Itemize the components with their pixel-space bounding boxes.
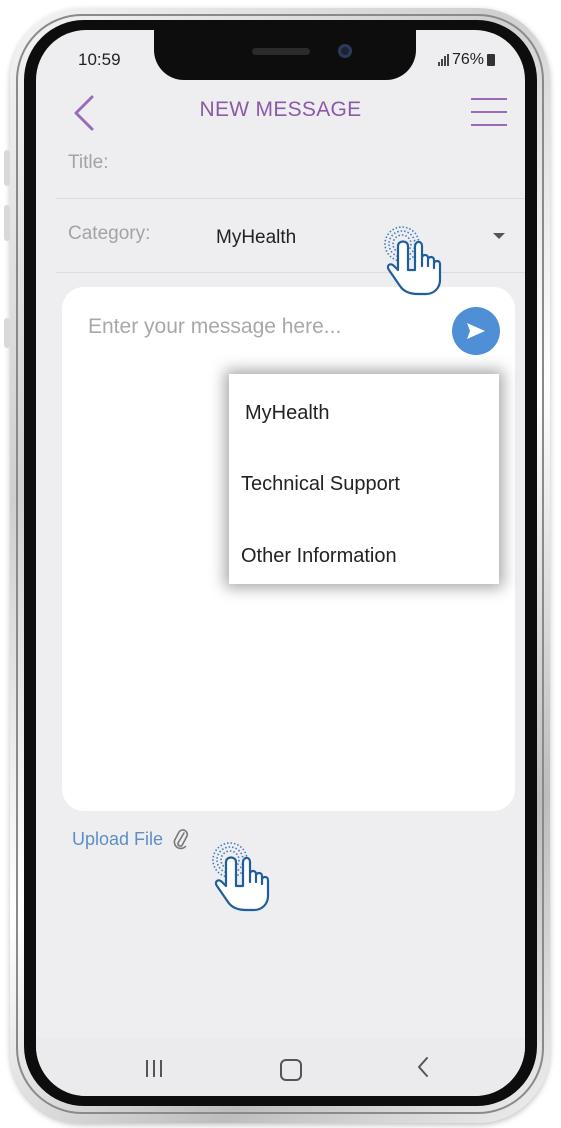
tap-hand-icon [212, 842, 270, 912]
side-button [4, 318, 10, 348]
title-field[interactable]: Title: [68, 152, 108, 174]
dropdown-option-myhealth[interactable]: MyHealth [245, 402, 329, 425]
category-select[interactable]: MyHealth [216, 227, 296, 249]
dropdown-option-other-information[interactable]: Other Information [241, 545, 397, 568]
send-icon [467, 323, 485, 339]
camera [338, 44, 352, 58]
status-time: 10:59 [78, 50, 121, 69]
battery-icon [487, 54, 495, 66]
dropdown-option-technical-support[interactable]: Technical Support [241, 473, 400, 496]
signal-icon [437, 54, 449, 66]
battery-percent: 76% [451, 51, 484, 68]
upload-file-button[interactable]: Upload File [72, 827, 189, 851]
page-title: NEW MESSAGE [199, 98, 362, 121]
upload-file-label: Upload File [72, 828, 164, 849]
nav-recents-icon[interactable] [146, 1060, 162, 1077]
paperclip-icon [173, 829, 189, 850]
message-input[interactable] [88, 315, 428, 339]
category-dropdown-menu: MyHealth Technical Support Other Informa… [229, 374, 499, 584]
nav-back-icon[interactable] [416, 1056, 430, 1078]
dropdown-arrow-icon[interactable] [493, 233, 505, 239]
speaker [252, 48, 310, 55]
nav-home-icon[interactable] [280, 1059, 302, 1081]
status-indicators: 76% [437, 51, 495, 69]
side-button [4, 205, 10, 241]
phone-screen: 10:59 76% NEW MESSAGE Title: Category: M… [36, 30, 525, 1096]
send-button[interactable] [452, 307, 500, 355]
category-label: Category: [68, 223, 151, 244]
divider [56, 198, 525, 199]
system-nav-bar [36, 1038, 525, 1096]
notch [154, 30, 416, 80]
tap-hand-icon [384, 226, 442, 296]
hamburger-menu-icon[interactable] [471, 98, 507, 126]
side-button [4, 150, 10, 186]
